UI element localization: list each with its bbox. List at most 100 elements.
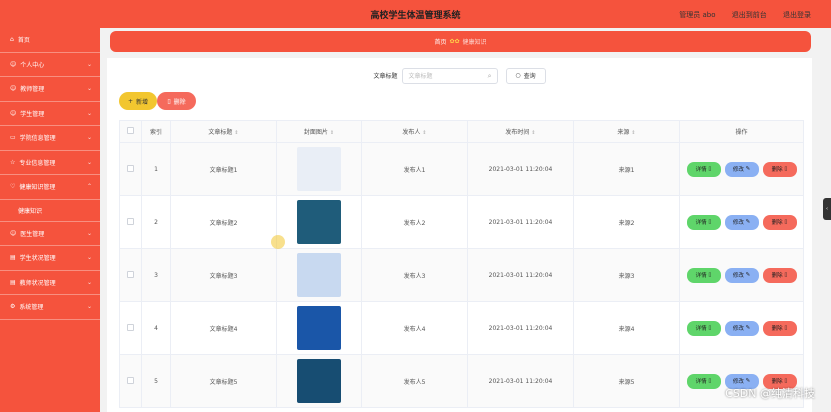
logout-link[interactable]: 退出登录 [783,11,811,19]
cell-source: 来源4 [573,301,680,355]
health-icon: ♡ [10,183,16,191]
cover-image[interactable] [297,306,341,350]
doctor-icon: ☺ [10,229,17,237]
breadcrumb: 首页 ✿✿ 健康知识 [110,31,811,52]
row-checkbox[interactable] [127,323,134,331]
trash-icon: ▯ [784,325,788,331]
row-checkbox[interactable] [127,270,134,278]
student-status-icon: ▤ [10,254,16,262]
sidebar-item-majors[interactable]: ☆ 专业信息管理 ⌄ [0,151,100,175]
sidebar-item-doctors[interactable]: ☺ 医生管理 ⌄ [0,222,100,246]
delete-button[interactable]: 删除 ▯ [762,320,797,336]
detail-button[interactable]: 详情 ▯ [686,320,721,336]
sidebar-item-teachers[interactable]: ☺ 教师管理 ⌄ [0,77,100,102]
sidebar-item-home[interactable]: ⌂ 首页 [0,28,100,53]
breadcrumb-current: 健康知识 [462,39,487,46]
delete-button[interactable]: 删除 ▯ [762,267,797,283]
delete-button[interactable]: 删除 ▯ [762,161,797,177]
sort-icon: ⇕ [631,130,636,136]
college-icon: ▭ [10,134,16,142]
row-checkbox[interactable] [127,376,134,384]
sort-icon: ⇕ [329,130,335,136]
add-button[interactable]: + 新增 [119,92,157,110]
chevron-down-icon: ⌄ [86,303,92,311]
trash-icon: ▯ [167,97,171,105]
column-header-time[interactable]: 发布时间 ⇕ [467,120,574,143]
sidebar-item-system[interactable]: ⚙ 系统管理 ⌄ [0,295,100,320]
cell-time: 2021-03-01 11:20:04 [467,301,574,355]
exit-frontend-link[interactable]: 退出到前台 [732,11,767,19]
header-links: 管理员 abo 退出到前台 退出登录 [665,10,811,20]
mouse-cursor-highlight [271,235,285,249]
edit-button[interactable]: 修改 ✎ [724,267,759,283]
sidebar-item-student-status[interactable]: ▤ 学生状况管理 ⌄ [0,246,100,271]
sidebar-item-teacher-status[interactable]: ▤ 教师状况管理 ⌄ [0,271,100,295]
cell-source: 来源3 [573,248,680,302]
cell-publisher: 发布人5 [361,354,468,408]
trash-icon: ▯ [784,378,788,384]
cell-index: 3 [141,248,171,302]
sidebar-item-profile[interactable]: ☺ 个人中心 ⌄ [0,53,100,77]
plus-icon: + [127,97,133,105]
chevron-up-icon: ⌃ [86,183,92,191]
sidebar-subitem-health-knowledge[interactable]: 健康知识 [0,200,100,222]
doc-icon: ▯ [708,219,712,225]
cell-title: 文章标题3 [170,248,277,302]
edit-icon: ✎ [745,378,751,384]
chevron-down-icon: ⌄ [86,229,92,237]
edit-button[interactable]: 修改 ✎ [724,320,759,336]
sidebar-item-health-knowledge-mgmt[interactable]: ♡ 健康知识管理 ⌃ [0,175,100,200]
column-header-index: 索引 [141,120,171,143]
edit-button[interactable]: 修改 ✎ [724,214,759,230]
sidebar-item-colleges[interactable]: ▭ 学院信息管理 ⌄ [0,126,100,151]
current-user: 管理员 abo [679,11,716,19]
user-icon: ☺ [10,60,17,68]
cell-publisher: 发布人1 [361,142,468,196]
detail-button[interactable]: 详情 ▯ [686,373,721,389]
breadcrumb-home[interactable]: 首页 [434,37,446,46]
cover-image[interactable] [297,359,341,403]
chevron-left-icon: ‹ [826,206,828,212]
side-collapse-tab[interactable]: ‹ [823,198,831,220]
cover-image[interactable] [297,253,341,297]
sort-icon: ⇕ [234,130,239,136]
query-button[interactable]: ○ 查询 [505,67,546,84]
chevron-down-icon: ⌄ [86,254,92,262]
cell-title: 文章标题5 [170,354,277,408]
cell-title: 文章标题4 [170,301,277,355]
main-panel: 文章标题 文章标题 ⌕ ○ 查询 + 新增 ▯ 删除 索引 文章标题 ⇕ 封面图片… [107,58,812,412]
edit-icon: ✎ [745,325,751,331]
select-all-checkbox[interactable] [127,127,134,134]
edit-button[interactable]: 修改 ✎ [724,161,759,177]
cell-time: 2021-03-01 11:20:04 [467,142,574,196]
table-row: 5 文章标题5 发布人5 2021-03-01 11:20:04 来源5 详情 ▯ 修改 ✎… [119,354,804,408]
cell-source: 来源1 [573,142,680,196]
chevron-down-icon: ⌄ [86,278,92,286]
doc-icon: ▯ [708,166,712,172]
trash-icon: ▯ [784,219,788,225]
table-row: 1 文章标题1 发布人1 2021-03-01 11:20:04 来源1 详情 ▯ 修改 ✎… [119,142,804,196]
delete-button[interactable]: 删除 ▯ [762,214,797,230]
column-header-actions: 操作 [679,120,804,143]
sidebar: ⌂ 首页 ☺ 个人中心 ⌄ ☺ 教师管理 ⌄ ☺ 学生管理 ⌄ ▭ 学院信息管理 ⌄ ☆ 专业信息管… [0,28,100,412]
row-checkbox[interactable] [127,164,134,172]
cell-index: 2 [141,195,171,249]
cell-time: 2021-03-01 11:20:04 [467,248,574,302]
cell-index: 4 [141,301,171,355]
sidebar-item-students[interactable]: ☺ 学生管理 ⌄ [0,102,100,126]
table-row: 4 文章标题4 发布人4 2021-03-01 11:20:04 来源4 详情 ▯ 修改 ✎… [119,301,804,355]
home-icon: ⌂ [10,36,14,44]
column-header-publisher[interactable]: 发布人 ⇕ [361,120,468,143]
detail-button[interactable]: 详情 ▯ [686,214,721,230]
batch-delete-button[interactable]: ▯ 删除 [157,92,196,110]
trash-icon: ▯ [784,272,788,278]
cover-image[interactable] [297,200,341,244]
column-header-cover[interactable]: 封面图片 ⇕ [276,120,362,143]
search-input[interactable]: 文章标题 ⌕ [401,67,498,84]
detail-button[interactable]: 详情 ▯ [686,267,721,283]
row-checkbox[interactable] [127,217,134,225]
column-header-source[interactable]: 来源 ⇕ [573,120,680,143]
detail-button[interactable]: 详情 ▯ [686,161,721,177]
cover-image[interactable] [297,147,341,191]
column-header-title[interactable]: 文章标题 ⇕ [170,120,277,143]
